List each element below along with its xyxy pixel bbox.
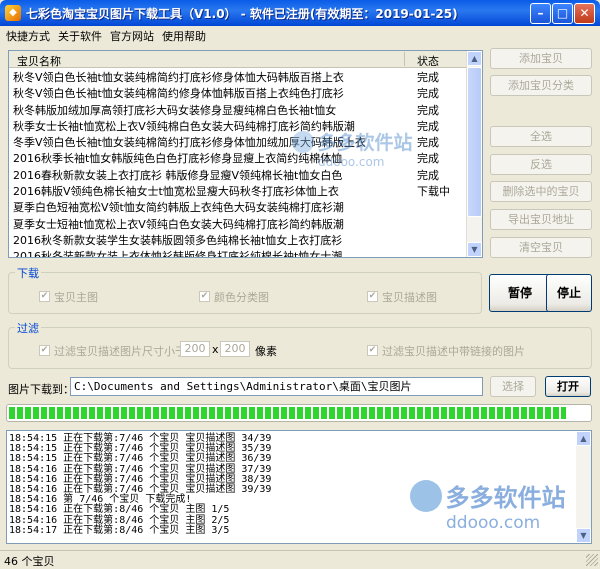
product-name: 2016韩版V领纯色棉长袖女士t恤宽松显瘦大码秋冬打底衫体恤上衣 (13, 185, 339, 199)
download-path-label: 图片下载到： (8, 383, 74, 396)
scroll-up-icon[interactable]: ▲ (467, 51, 482, 66)
scroll-down-icon[interactable]: ▼ (467, 242, 482, 257)
close-button[interactable]: ✕ (574, 3, 595, 24)
minimize-button[interactable]: – (530, 3, 551, 24)
add-category-button[interactable]: 添加宝贝分类 (490, 75, 592, 96)
column-header-status[interactable]: 状态 (417, 53, 439, 69)
watermark-text: 多多软件站 (317, 132, 413, 154)
table-header: 宝贝名称 状态 (9, 51, 467, 68)
table-row[interactable]: 秋冬V领白色长袖t恤女装纯棉简约修身体恤韩版百搭上衣纯色打底衫 完成 (9, 84, 467, 100)
export-urls-button[interactable]: 导出宝贝地址 (490, 209, 592, 230)
clear-products-button[interactable]: 清空宝贝 (490, 237, 592, 258)
size-filter-label: 过滤宝贝描述图片尺寸小于： (54, 345, 197, 358)
menu-bar: 快捷方式 关于软件 官方网站 使用帮助 (3, 26, 597, 44)
link-filter-label: 过滤宝贝描述中带链接的图片 (382, 345, 525, 358)
log-scroll-up-icon[interactable]: ▲ (576, 431, 591, 446)
watermark-domain: ddooo.com (318, 155, 385, 169)
menu-website[interactable]: 官方网站 (110, 28, 154, 44)
table-row[interactable]: 夏季女士短袖t恤宽松上衣V领纯白色女装大码纯棉打底衫简约韩版潮 (9, 215, 467, 231)
select-folder-button[interactable]: 选择 (490, 376, 536, 397)
product-status: 完成 (417, 71, 439, 84)
product-name: 秋冬V领白色长袖t恤女装纯棉简约修身体恤韩版百搭上衣纯色打底衫 (13, 87, 344, 101)
download-progress-bar (6, 404, 592, 422)
title-bar[interactable]: ◆ 七彩色淘宝宝贝图片下载工具（V1.0） - 软件已注册(有效期至：2019-… (0, 0, 600, 26)
filter-group-label: 过滤 (15, 320, 41, 336)
desc-image-checkbox[interactable]: ✔ (367, 291, 378, 302)
window-title: 七彩色淘宝宝贝图片下载工具（V1.0） - 软件已注册(有效期至：2019-01… (26, 7, 458, 21)
pixel-unit-label: 像素 (255, 345, 277, 358)
scroll-thumb[interactable] (467, 67, 482, 217)
status-bar: 46 个宝贝 (0, 550, 600, 568)
product-name: 夏季女士短袖t恤宽松上衣V领纯白色女装大码纯棉打底衫简约韩版潮 (13, 217, 344, 231)
watermark-domain: ddooo.com (446, 513, 541, 533)
product-status: 完成 (417, 119, 439, 133)
download-path-input[interactable]: C:\Documents and Settings\Administrator\… (70, 377, 483, 396)
column-header-name[interactable]: 宝贝名称 (17, 53, 61, 69)
app-icon: ◆ (5, 5, 21, 21)
download-group-label: 下载 (15, 265, 41, 281)
min-height-input[interactable]: 200 (220, 341, 250, 357)
watermark-bottom: 多多软件站 ddooo.com (410, 478, 566, 533)
invert-selection-button[interactable]: 反选 (490, 154, 592, 175)
size-filter-checkbox[interactable]: ✔ (39, 345, 50, 356)
product-name: 2016秋冬装新款女装上衣体恤衫韩版修身打底衫纯棉长袖t恤女士潮 (13, 250, 343, 258)
resize-grip-icon[interactable] (586, 554, 598, 566)
product-name: 2016春秋新款女装上衣打底衫 韩版修身显瘦V领纯棉长袖t恤女白色 (13, 168, 343, 182)
watermark-text: 多多软件站 (445, 484, 566, 512)
table-row[interactable]: 2016秋冬装新款女装上衣体恤衫韩版修身打底衫纯棉长袖t恤女士潮 (9, 247, 467, 258)
watermark-logo-icon (410, 479, 442, 512)
log-line: 18:54:17 正在下载第:8/46 个宝贝 主图 3/5 (9, 524, 230, 536)
table-scrollbar[interactable]: ▲ ▼ (466, 51, 482, 257)
progress-fill (9, 407, 566, 419)
link-filter-checkbox[interactable]: ✔ (367, 345, 378, 356)
log-line: 18:54:15 正在下载第:7/46 个宝贝 宝贝描述图 36/39 (9, 453, 272, 465)
table-row[interactable]: 秋冬韩版加绒加厚高领打底衫大码女装修身显瘦纯棉白色长袖t恤女 完成 (9, 101, 467, 117)
product-name: 秋冬V领白色长袖t恤女装纯棉简约打底衫修身体恤大码韩版百搭上衣 (13, 71, 344, 84)
menu-help[interactable]: 使用帮助 (162, 28, 206, 44)
product-status: 下载中 (417, 185, 450, 199)
pause-button[interactable]: 暂停 (489, 274, 551, 312)
add-product-button[interactable]: 添加宝贝 (490, 48, 592, 69)
times-sign: x (212, 343, 219, 356)
table-row[interactable]: 夏季白色短袖宽松V领t恤女简约韩版上衣纯色大码女装纯棉打底衫潮 (9, 198, 467, 214)
filter-group: 过滤 ✔ 过滤宝贝描述图片尺寸小于： 200 x 200 像素 ✔ 过滤宝贝描述… (8, 320, 592, 369)
product-status: 完成 (417, 168, 439, 182)
watermark-logo-icon (292, 130, 314, 153)
maximize-button[interactable]: □ (552, 3, 573, 24)
product-status: 完成 (417, 87, 439, 101)
product-name: 夏季白色短袖宽松V领t恤女简约韩版上衣纯色大码女装纯棉打底衫潮 (13, 201, 344, 215)
select-all-button[interactable]: 全选 (490, 126, 592, 147)
open-folder-button[interactable]: 打开 (545, 376, 591, 397)
log-scroll-down-icon[interactable]: ▼ (576, 528, 591, 543)
desc-image-label: 宝贝描述图 (382, 291, 437, 304)
product-name: 秋冬韩版加绒加厚高领打底衫大码女装修身显瘦纯棉白色长袖t恤女 (13, 103, 337, 117)
watermark-top: 多多软件站 ddooo.com (292, 128, 413, 169)
product-status: 完成 (417, 103, 439, 117)
column-divider (404, 52, 405, 66)
color-image-label: 颜色分类图 (214, 291, 269, 304)
log-scrollbar[interactable]: ▲ ▼ (576, 431, 591, 543)
main-image-label: 宝贝主图 (54, 291, 98, 304)
table-row[interactable]: 2016韩版V领纯色棉长袖女士t恤宽松显瘦大码秋冬打底衫体恤上衣 下载中 (9, 182, 467, 198)
delete-selected-button[interactable]: 删除选中的宝贝 (490, 181, 592, 202)
color-image-checkbox[interactable]: ✔ (199, 291, 210, 302)
menu-about[interactable]: 关于软件 (58, 28, 102, 44)
product-name: 2016秋冬新款女装学生女装韩版圆领多色纯棉长袖t恤女上衣打底衫 (13, 233, 343, 247)
table-row[interactable]: 秋冬V领白色长袖t恤女装纯棉简约打底衫修身体恤大码韩版百搭上衣 完成 (9, 68, 467, 84)
stop-button[interactable]: 停止 (546, 274, 592, 312)
product-status: 完成 (417, 152, 439, 166)
download-group: 下载 ✔ 宝贝主图 ✔ 颜色分类图 ✔ 宝贝描述图 (8, 265, 482, 314)
table-row[interactable]: 2016秋冬新款女装学生女装韩版圆领多色纯棉长袖t恤女上衣打底衫 (9, 231, 467, 247)
min-width-input[interactable]: 200 (180, 341, 210, 357)
menu-shortcut[interactable]: 快捷方式 (6, 28, 50, 44)
log-line: 18:54:16 正在下载第:8/46 个宝贝 主图 1/5 (9, 504, 230, 516)
main-image-checkbox[interactable]: ✔ (39, 291, 50, 302)
product-status: 完成 (417, 136, 439, 150)
